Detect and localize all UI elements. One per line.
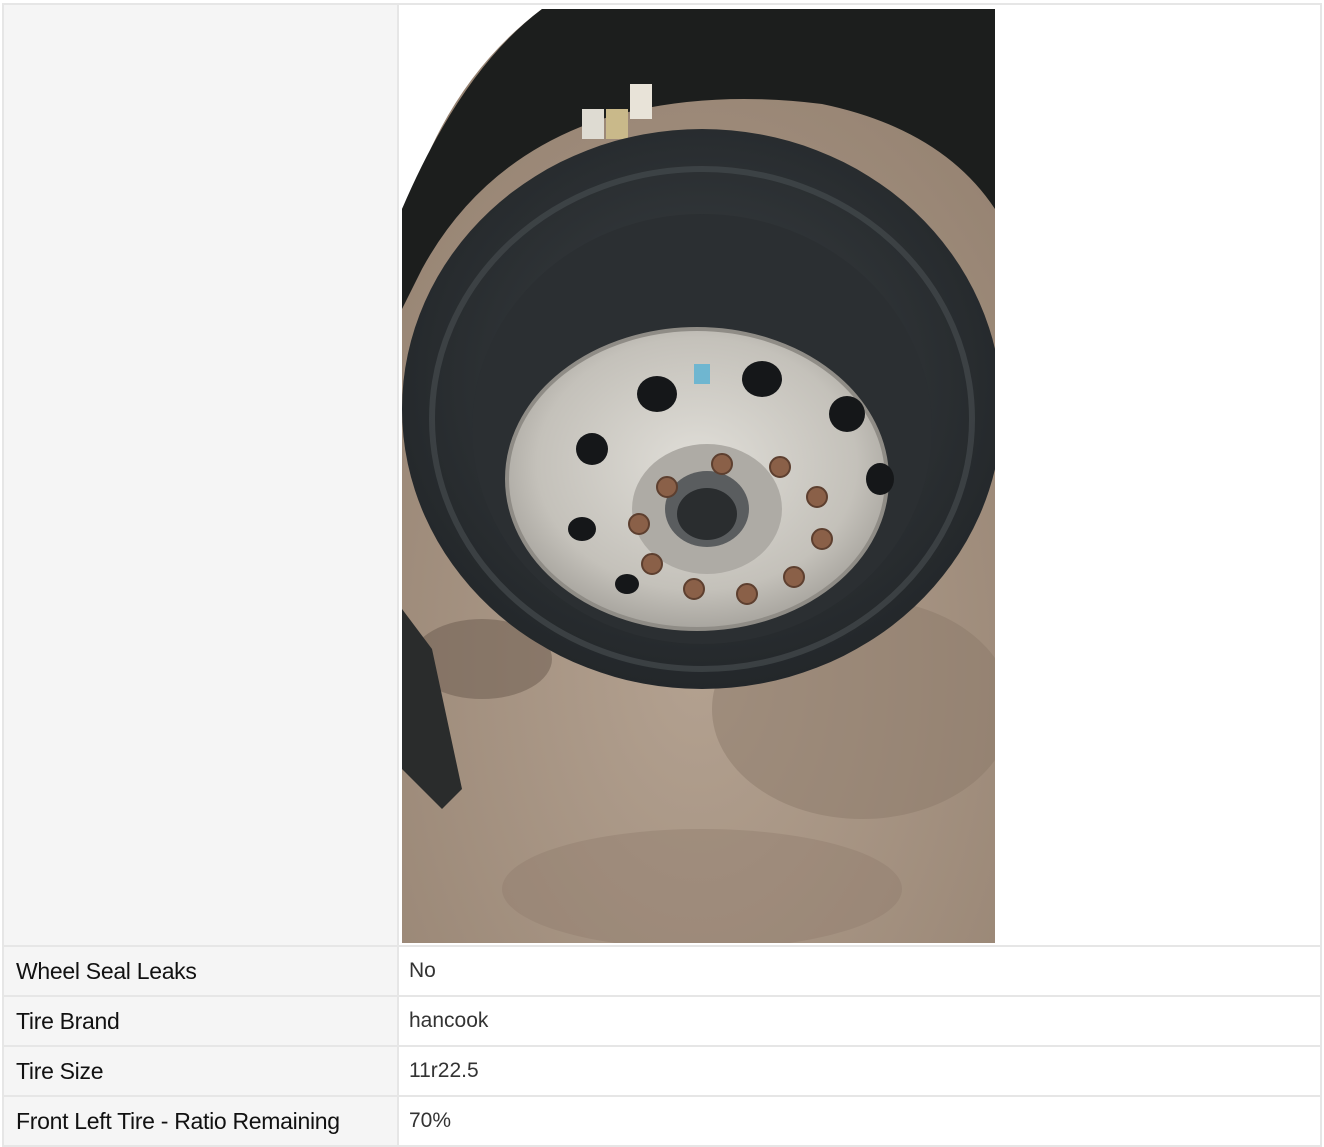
photo-row bbox=[2, 3, 1322, 947]
inspection-table: Wheel Seal Leaks No Tire Brand hancook T… bbox=[2, 3, 1322, 1147]
tire-photo[interactable] bbox=[402, 9, 995, 943]
row-value: 11r22.5 bbox=[397, 1045, 1322, 1097]
tire-photo-icon bbox=[402, 9, 995, 943]
table-row: Front Left Tire - Ratio Remaining 70% bbox=[2, 1095, 1322, 1147]
photo-label-cell bbox=[2, 3, 399, 947]
row-value: 70% bbox=[397, 1095, 1322, 1147]
row-label: Wheel Seal Leaks bbox=[2, 945, 399, 997]
row-label: Tire Brand bbox=[2, 995, 399, 1047]
table-row: Wheel Seal Leaks No bbox=[2, 945, 1322, 997]
row-label: Tire Size bbox=[2, 1045, 399, 1097]
photo-cell bbox=[397, 3, 1322, 947]
row-value: No bbox=[397, 945, 1322, 997]
row-value: hancook bbox=[397, 995, 1322, 1047]
row-label: Front Left Tire - Ratio Remaining bbox=[2, 1095, 399, 1147]
table-row: Tire Brand hancook bbox=[2, 995, 1322, 1047]
table-row: Tire Size 11r22.5 bbox=[2, 1045, 1322, 1097]
